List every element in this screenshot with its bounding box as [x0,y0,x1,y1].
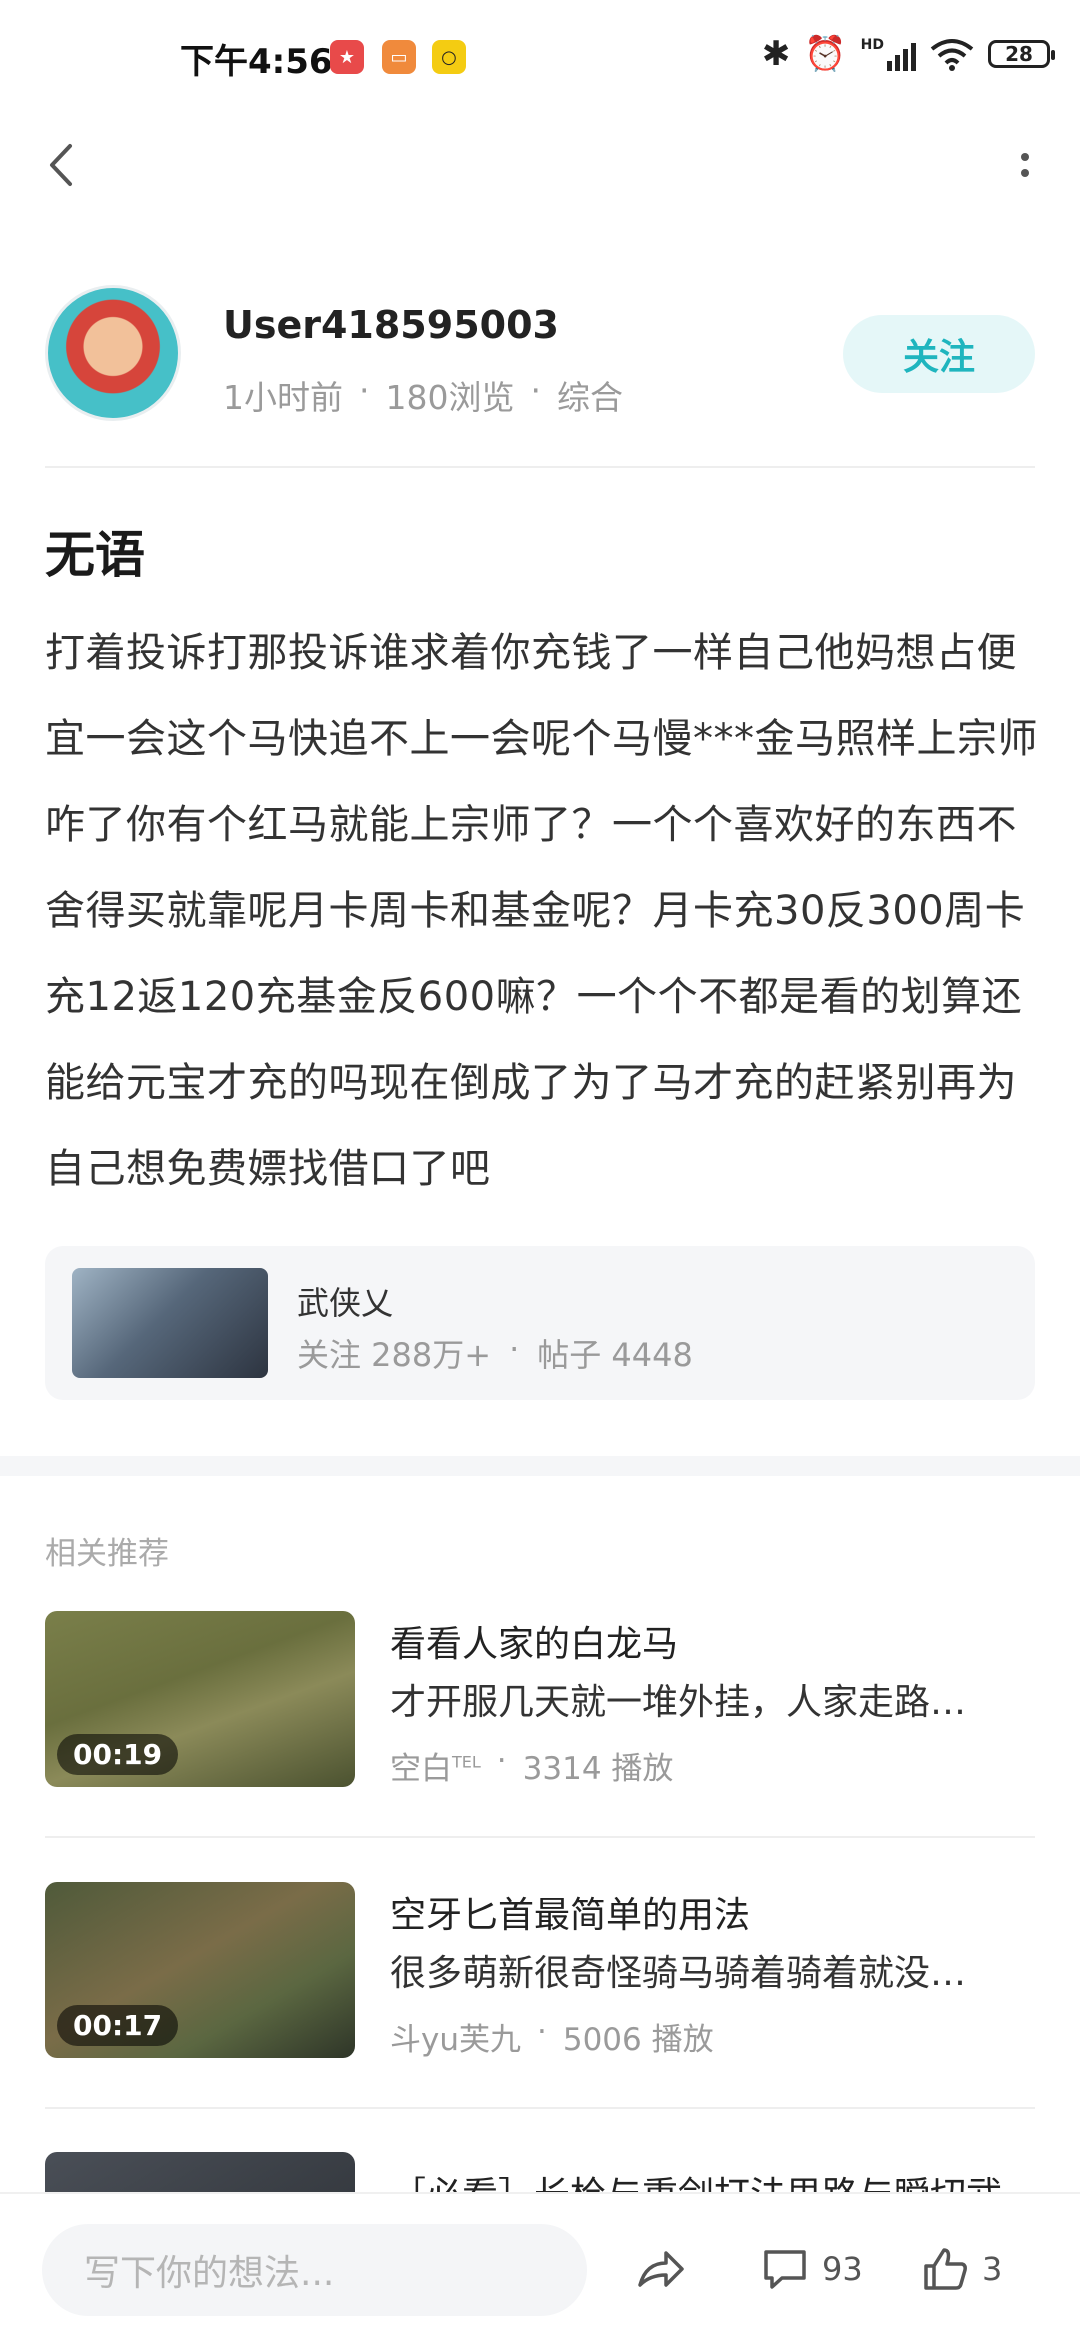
recommend-subtitle: 才开服几天就一堆外挂，人家走路… [390,1682,967,1723]
recommend-plays: 5006 播放 [562,2022,714,2058]
battery-indicator: 28 [988,40,1055,68]
comment-icon [764,2250,806,2289]
status-icons: ✱ ⏰ HD 28 [761,34,1055,74]
recommend-author: 斗yu芙九 [390,2022,521,2058]
recommend-title: 空牙匕首最简单的用法 [390,1895,751,1936]
recommend-author: 空白TEL [390,1751,481,1787]
meta-separator: · [359,371,370,410]
game-followers: 关注 288万+ [297,1336,492,1374]
alarm-icon: ⏰ [804,34,847,74]
bottom-action-bar: 写下你的想法... 93 3 [0,2192,1080,2342]
divider [45,2107,1035,2109]
more-dot-icon [1021,169,1029,177]
more-dot-icon [1021,153,1029,161]
comment-button[interactable]: 93 [760,2234,863,2304]
meta-separator: · [537,2014,547,2050]
share-icon [638,2251,684,2287]
game-stats: 关注 288万+ · 帖子 4448 [297,1330,693,1376]
more-options-button[interactable] [1000,140,1050,190]
recommend-item[interactable]: 00:19 看看人家的白龙马 才开服几天就一堆外挂，人家走路… 空白TEL · … [45,1611,1035,1791]
divider [45,1836,1035,1838]
bluetooth-icon: ✱ [761,34,791,74]
back-button[interactable] [40,140,90,190]
author-username[interactable]: User418595003 [223,303,559,347]
recommend-title: 看看人家的白龙马 [390,1624,679,1665]
battery-level: 28 [1005,42,1033,66]
app-notification-icon: ★ [330,40,364,74]
author-header: User418595003 1小时前 · 180浏览 · 综合 关注 [45,285,1035,425]
author-badge: TEL [452,1752,481,1772]
post-time: 1小时前 [223,378,343,417]
game-thumbnail [72,1268,268,1378]
post-meta: 1小时前 · 180浏览 · 综合 [223,371,623,419]
post-category: 综合 [557,378,623,417]
status-time: 下午4:56 [180,42,333,82]
wifi-icon [930,39,974,71]
thumbs-up-icon [924,2248,967,2290]
post-title: 无语 [45,526,145,584]
like-button[interactable]: 3 [920,2234,1002,2304]
hd-label: HD [860,37,884,53]
meta-separator: · [530,371,542,410]
recommend-item[interactable]: 00:17 空牙匕首最简单的用法 很多萌新很奇怪骑马骑着骑着就没… 斗yu芙九 … [45,1882,1035,2062]
recommend-meta: 斗yu芙九 · 5006 播放 [390,2014,714,2059]
video-duration: 00:17 [57,2005,179,2046]
comment-input[interactable]: 写下你的想法... [42,2224,587,2316]
video-thumbnail: 00:17 [45,1882,355,2058]
game-name: 武侠乂 [297,1284,394,1322]
divider [45,466,1035,468]
top-nav [0,120,1080,210]
stats-separator: · [509,1330,520,1368]
game-community-card[interactable]: 武侠乂 关注 288万+ · 帖子 4448 [45,1246,1035,1400]
game-posts: 帖子 4448 [537,1336,693,1374]
recommend-plays: 3314 播放 [522,1751,674,1787]
recommend-subtitle: 很多萌新很奇怪骑马骑着骑着就没… [390,1953,967,1994]
like-count: 3 [982,2250,1003,2288]
video-thumbnail: 00:19 [45,1611,355,1787]
section-divider [0,1456,1080,1476]
circle-notification-icon: ○ [432,40,466,74]
video-duration: 00:19 [57,1734,179,1775]
meta-separator: · [496,1743,507,1779]
post-views: 180浏览 [385,378,515,417]
follow-button[interactable]: 关注 [843,315,1035,393]
shopping-notification-icon: ▭ [382,40,416,74]
share-button[interactable] [632,2234,688,2304]
recommend-heading: 相关推荐 [45,1536,169,1572]
status-bar: 下午4:56 ★ ▭ ○ ✱ ⏰ HD 28 [0,0,1080,120]
avatar[interactable] [45,285,181,421]
cell-signal-icon: HD [861,37,916,71]
post-body: 打着投诉打那投诉谁求着你充钱了一样自己他妈想占便宜一会这个马快追不上一会呢个马慢… [45,630,1038,1192]
recommend-meta: 空白TEL · 3314 播放 [390,1743,673,1788]
comment-count: 93 [822,2250,863,2288]
